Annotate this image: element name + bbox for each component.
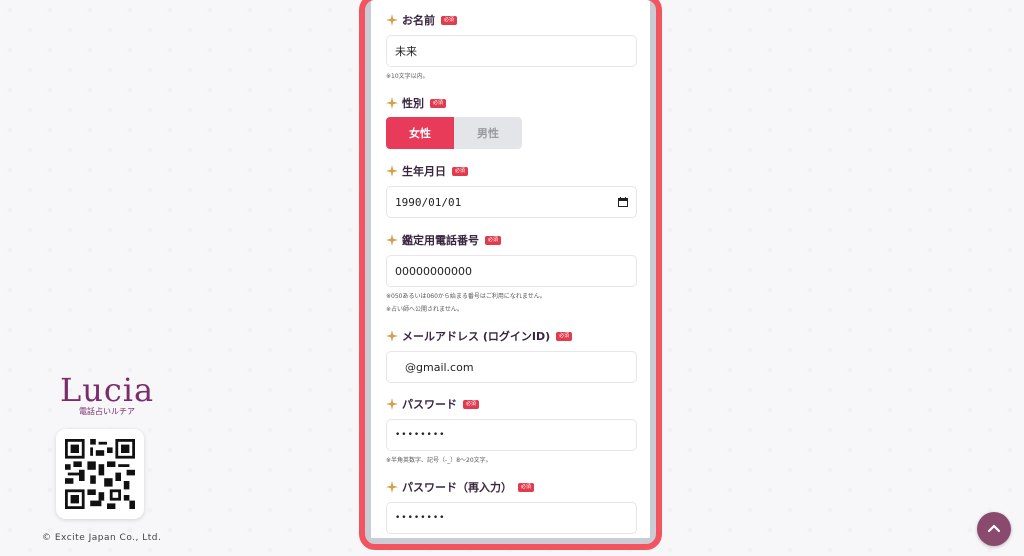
required-badge: 必須 (430, 98, 447, 108)
password-confirm-label: パスワード（再入力） (402, 481, 512, 494)
name-label: お名前 (402, 14, 435, 27)
birthday-value: 1990/01/01 (395, 195, 462, 209)
password-confirm-field-group: パスワード（再入力） 必須 •••••••• (386, 479, 637, 534)
registration-form: お名前 必須 未来 ※10文字以内。 性別 必須 女性 男性 生年月日 必須 1… (371, 0, 650, 538)
phone-note-2: ※占い師へ公開されません。 (386, 306, 463, 313)
gender-female-button[interactable]: 女性 (386, 117, 454, 149)
email-label: メールアドレス (ログインID) (402, 330, 551, 343)
gender-label: 性別 (402, 97, 424, 110)
name-input[interactable]: 未来 (386, 35, 637, 67)
sparkle-star-icon (386, 398, 398, 410)
required-badge: 必須 (463, 399, 480, 409)
gender-toggle: 女性 男性 (386, 117, 637, 149)
sparkle-star-icon (386, 97, 398, 109)
scroll-top-button[interactable] (977, 512, 1011, 546)
password-confirm-input[interactable]: •••••••• (386, 502, 637, 534)
required-badge: 必須 (452, 166, 469, 176)
phone-field-group: 鑑定用電話番号 必須 00000000000 ※050あるいは060から始まる番… (386, 232, 637, 315)
sparkle-star-icon (386, 330, 398, 342)
brand-block: Lucia 電話占いルチア (40, 372, 170, 519)
password-input[interactable]: •••••••• (386, 419, 637, 451)
copyright-text: © Excite Japan Co., Ltd. (42, 533, 162, 543)
required-badge: 必須 (556, 331, 573, 341)
birthday-field-group: 生年月日 必須 1990/01/01 (386, 163, 637, 218)
phone-input[interactable]: 00000000000 (386, 255, 637, 287)
email-field-group: メールアドレス (ログインID) 必須 @gmail.com (386, 328, 637, 383)
lucia-logo: Lucia (59, 371, 155, 409)
required-badge: 必須 (441, 15, 458, 25)
gender-male-button[interactable]: 男性 (454, 117, 522, 149)
phone-frame: お名前 必須 未来 ※10文字以内。 性別 必須 女性 男性 生年月日 必須 1… (359, 0, 662, 550)
sparkle-star-icon (386, 165, 398, 177)
birthday-label: 生年月日 (402, 165, 446, 178)
password-note: ※半角英数字、記号（-_）8〜20文字。 (386, 457, 492, 464)
email-input[interactable]: @gmail.com (386, 351, 637, 383)
required-badge: 必須 (518, 482, 535, 492)
phone-note-1: ※050あるいは060から始まる番号はご利用になれません。 (386, 293, 546, 300)
name-field-group: お名前 必須 未来 ※10文字以内。 (386, 12, 637, 82)
chevron-up-icon (987, 524, 1001, 533)
password-label: パスワード (402, 398, 457, 411)
sparkle-star-icon (386, 14, 398, 26)
password-field-group: パスワード 必須 •••••••• ※半角英数字、記号（-_）8〜20文字。 (386, 396, 637, 466)
qr-code-icon (65, 439, 135, 509)
phone-label: 鑑定用電話番号 (402, 234, 479, 247)
sparkle-star-icon (386, 481, 398, 493)
gender-field-group: 性別 必須 女性 男性 (386, 95, 637, 149)
name-note: ※10文字以内。 (386, 73, 429, 80)
calendar-icon[interactable] (618, 197, 628, 207)
sparkle-star-icon (386, 234, 398, 246)
required-badge: 必須 (485, 235, 502, 245)
qr-code (56, 429, 144, 519)
birthday-input[interactable]: 1990/01/01 (386, 186, 637, 218)
